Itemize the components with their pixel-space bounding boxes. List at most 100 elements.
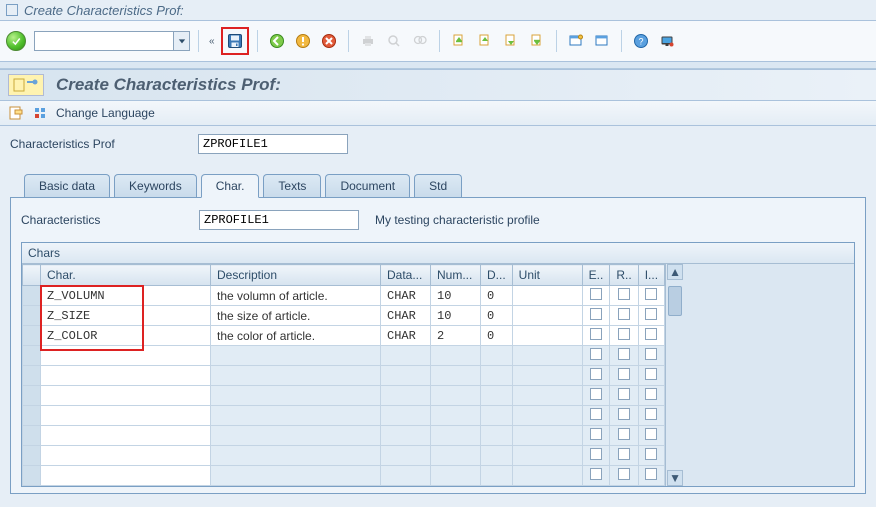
cell-e[interactable] [582, 386, 610, 406]
sub-icon-1[interactable] [8, 105, 24, 121]
cell-i[interactable] [638, 466, 664, 486]
cell-e[interactable] [582, 426, 610, 446]
cell-num[interactable]: 10 [431, 306, 481, 326]
cell-d[interactable] [481, 446, 513, 466]
cell-num[interactable]: 2 [431, 326, 481, 346]
checkbox[interactable] [618, 428, 630, 440]
command-field-dropdown[interactable] [174, 31, 190, 51]
checkbox[interactable] [645, 288, 657, 300]
cell-char[interactable] [41, 366, 211, 386]
cell-char[interactable]: Z_COLOR [41, 326, 211, 346]
row-selector[interactable] [23, 286, 41, 306]
checkbox[interactable] [645, 468, 657, 480]
cell-description[interactable] [211, 386, 381, 406]
table-row[interactable] [23, 426, 665, 446]
cell-d[interactable] [481, 346, 513, 366]
table-row[interactable] [23, 346, 665, 366]
col-num[interactable]: Num... [431, 265, 481, 286]
checkbox[interactable] [618, 468, 630, 480]
cell-data[interactable] [381, 426, 431, 446]
save-button[interactable] [224, 30, 246, 52]
cell-description[interactable]: the color of article. [211, 326, 381, 346]
cell-num[interactable] [431, 426, 481, 446]
checkbox[interactable] [645, 388, 657, 400]
cell-description[interactable] [211, 406, 381, 426]
grid-vertical-scrollbar[interactable]: ▲ ▼ [665, 264, 684, 486]
cell-d[interactable] [481, 466, 513, 486]
customize-button[interactable] [656, 30, 678, 52]
row-selector[interactable] [23, 466, 41, 486]
cell-data[interactable] [381, 406, 431, 426]
object-icon[interactable] [8, 74, 44, 96]
col-char[interactable]: Char. [41, 265, 211, 286]
checkbox[interactable] [618, 368, 630, 380]
cell-data[interactable]: CHAR [381, 306, 431, 326]
cell-num[interactable] [431, 466, 481, 486]
cell-r[interactable] [610, 326, 638, 346]
checkbox[interactable] [618, 408, 630, 420]
cell-d[interactable]: 0 [481, 326, 513, 346]
cell-e[interactable] [582, 346, 610, 366]
layout-button[interactable] [591, 30, 613, 52]
table-row[interactable] [23, 446, 665, 466]
cell-e[interactable] [582, 366, 610, 386]
cell-data[interactable] [381, 446, 431, 466]
next-page-button[interactable] [500, 30, 522, 52]
cell-unit[interactable] [512, 366, 582, 386]
sub-icon-2[interactable] [32, 105, 48, 121]
cell-d[interactable] [481, 406, 513, 426]
col-selector[interactable] [23, 265, 41, 286]
cell-unit[interactable] [512, 446, 582, 466]
cell-i[interactable] [638, 406, 664, 426]
cell-data[interactable] [381, 346, 431, 366]
cell-char[interactable]: Z_VOLUMN [41, 286, 211, 306]
cell-num[interactable] [431, 446, 481, 466]
command-field[interactable] [34, 31, 174, 51]
char-prof-input[interactable] [198, 134, 348, 154]
checkbox[interactable] [645, 308, 657, 320]
scroll-up-icon[interactable]: ▲ [667, 264, 683, 280]
table-row[interactable] [23, 406, 665, 426]
tab-texts[interactable]: Texts [263, 174, 321, 197]
cell-data[interactable]: CHAR [381, 326, 431, 346]
cell-d[interactable] [481, 386, 513, 406]
tab-std[interactable]: Std [414, 174, 462, 197]
cell-r[interactable] [610, 306, 638, 326]
cell-unit[interactable] [512, 306, 582, 326]
col-data[interactable]: Data... [381, 265, 431, 286]
row-selector[interactable] [23, 346, 41, 366]
checkbox[interactable] [590, 388, 602, 400]
cell-i[interactable] [638, 306, 664, 326]
cell-char[interactable] [41, 406, 211, 426]
cell-i[interactable] [638, 426, 664, 446]
tab-keywords[interactable]: Keywords [114, 174, 197, 197]
cell-char[interactable] [41, 426, 211, 446]
cell-d[interactable]: 0 [481, 306, 513, 326]
tab-basic-data[interactable]: Basic data [24, 174, 110, 197]
cell-r[interactable] [610, 426, 638, 446]
table-row[interactable] [23, 386, 665, 406]
cell-i[interactable] [638, 386, 664, 406]
table-row[interactable]: Z_COLORthe color of article.CHAR20 [23, 326, 665, 346]
cell-description[interactable] [211, 466, 381, 486]
window-menu-icon[interactable] [6, 4, 18, 16]
cell-unit[interactable] [512, 346, 582, 366]
checkbox[interactable] [618, 328, 630, 340]
cell-r[interactable] [610, 446, 638, 466]
row-selector[interactable] [23, 326, 41, 346]
cell-num[interactable]: 10 [431, 286, 481, 306]
row-selector[interactable] [23, 446, 41, 466]
help-button[interactable]: ? [630, 30, 652, 52]
cell-r[interactable] [610, 286, 638, 306]
checkbox[interactable] [590, 308, 602, 320]
cell-e[interactable] [582, 326, 610, 346]
chevron-left-icon[interactable]: « [207, 36, 217, 47]
checkbox[interactable] [618, 448, 630, 460]
col-r[interactable]: R.. [610, 265, 638, 286]
row-selector[interactable] [23, 406, 41, 426]
cell-e[interactable] [582, 286, 610, 306]
table-row[interactable]: Z_SIZEthe size of article.CHAR100 [23, 306, 665, 326]
checkbox[interactable] [590, 448, 602, 460]
cell-r[interactable] [610, 366, 638, 386]
checkbox[interactable] [645, 328, 657, 340]
